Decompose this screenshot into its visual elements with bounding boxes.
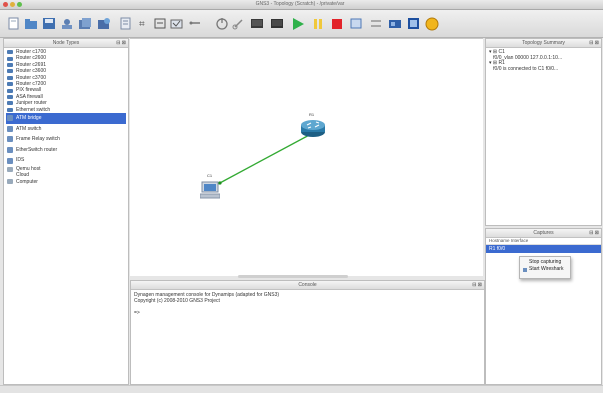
switch-icon <box>7 107 13 112</box>
add-ellipse-icon[interactable] <box>170 16 185 31</box>
captures-title: Captures <box>486 229 601 238</box>
router-icon <box>7 50 13 55</box>
dock-buttons-icon[interactable]: ⊟ ⊠ <box>472 281 482 289</box>
start-icon[interactable] <box>291 16 306 31</box>
add-rectangle-icon[interactable] <box>153 16 168 31</box>
router-icon <box>7 56 13 61</box>
capture-context-menu: Stop capturing Start Wireshark <box>519 256 571 279</box>
switch-icon <box>7 146 13 153</box>
wireshark-icon <box>523 267 527 272</box>
node-type-atm-bridge[interactable]: ATM bridge <box>6 112 126 124</box>
atm-icon <box>7 115 13 122</box>
router-icon <box>7 82 13 87</box>
node-types-list: Router c1700 Router c2600 Router c2691 R… <box>6 49 126 185</box>
router-icon <box>7 101 13 106</box>
link-icon[interactable] <box>232 16 247 31</box>
firewall-icon <box>7 88 13 93</box>
node-type-atm-switch[interactable]: ATM switch <box>6 124 126 135</box>
stop-capturing-menu-item[interactable]: Stop capturing <box>520 259 570 266</box>
zoom-icon[interactable] <box>425 16 440 31</box>
capture-row[interactable]: R1 f0/0 <box>486 245 601 253</box>
computer-icon <box>199 181 221 199</box>
computer-icon <box>7 179 13 185</box>
open-project-icon[interactable] <box>24 16 39 31</box>
router-icon <box>7 75 13 80</box>
node-type-etherswitch-router[interactable]: EtherSwitch router <box>6 145 126 156</box>
node-type-computer[interactable]: Computer <box>6 179 126 185</box>
window-title: GNS3 - Topology (Scratch) - /private/var <box>255 1 345 7</box>
close-window-icon[interactable] <box>3 2 8 7</box>
console-title: Console <box>131 281 484 290</box>
pc-label: C1 <box>207 173 213 178</box>
main-toolbar: ⌗ <box>0 10 603 38</box>
dock-buttons-icon[interactable]: ⊟ ⊠ <box>589 229 599 237</box>
node-type-ids[interactable]: IDS <box>6 155 126 166</box>
svg-text:⌗: ⌗ <box>139 19 145 30</box>
title-bar: GNS3 - Topology (Scratch) - /private/var <box>0 0 603 10</box>
dock-buttons-icon[interactable]: ⊟ ⊠ <box>116 39 126 47</box>
console-output[interactable]: Dynagen management console for Dynamips … <box>134 292 279 316</box>
captures-panel: Captures ⊟ ⊠ Hostname Interface R1 f0/0 <box>485 228 602 385</box>
save-icon[interactable] <box>42 16 57 31</box>
node-type-frame-relay-switch[interactable]: Frame Relay switch <box>6 134 126 145</box>
zoom-window-icon[interactable] <box>17 2 22 7</box>
stop-icon[interactable] <box>330 16 345 31</box>
firewall-icon <box>7 94 13 99</box>
console-icon[interactable] <box>250 16 265 31</box>
screenshot-icon[interactable] <box>406 16 421 31</box>
minimize-window-icon[interactable] <box>10 2 15 7</box>
pc-node-c1[interactable] <box>199 180 221 200</box>
atm-icon <box>7 125 13 132</box>
frame-relay-icon <box>7 136 13 143</box>
router-icon <box>301 120 325 137</box>
captures-header: Hostname Interface <box>486 238 601 245</box>
console-panel: Console ⊟ ⊠ Dynagen management console f… <box>130 280 485 385</box>
add-note-icon[interactable]: ⌗ <box>137 16 152 31</box>
router-icon <box>7 69 13 74</box>
stop-capture-icon <box>523 261 527 265</box>
terminal-icon[interactable] <box>270 16 285 31</box>
canvas-scrollbar[interactable] <box>238 275 348 278</box>
host-icon <box>7 166 13 172</box>
router-node-r1[interactable] <box>299 117 327 139</box>
image-icon[interactable] <box>388 16 403 31</box>
text-icon[interactable] <box>369 16 384 31</box>
dock-buttons-icon[interactable]: ⊟ ⊠ <box>589 39 599 47</box>
router-icon <box>7 62 13 67</box>
topology-tree: ▾ ⊞ C1 f0/0_vlan 00000 127.0.0.1:10... ▾… <box>489 49 562 72</box>
topology-canvas[interactable]: R1 C1 <box>130 38 483 276</box>
import-icon[interactable] <box>78 16 93 31</box>
export-icon[interactable] <box>97 16 112 31</box>
link-line[interactable] <box>217 132 314 185</box>
clock-icon[interactable] <box>188 16 203 31</box>
tree-detail: f0/0 is connected to C1 f0/0... <box>489 65 559 72</box>
topology-summary-icon[interactable] <box>118 16 133 31</box>
ids-icon <box>7 157 13 164</box>
topology-summary-title: Topology Summary <box>486 39 601 48</box>
pause-icon[interactable] <box>311 16 326 31</box>
power-icon[interactable] <box>215 16 230 31</box>
new-project-icon[interactable] <box>6 16 21 31</box>
rectangle-icon[interactable] <box>349 16 364 31</box>
start-wireshark-menu-item[interactable]: Start Wireshark <box>520 266 570 273</box>
router-label: R1 <box>309 112 315 117</box>
node-types-title: Node Types <box>4 39 128 48</box>
topology-summary-panel: Topology Summary ⊟ ⊠ ▾ ⊞ C1 f0/0_vlan 00… <box>485 38 602 226</box>
snapshot-icon[interactable] <box>60 16 75 31</box>
node-types-panel: Node Types ⊟ ⊠ Router c1700 Router c2600… <box>3 38 129 385</box>
cloud-icon <box>7 173 13 178</box>
